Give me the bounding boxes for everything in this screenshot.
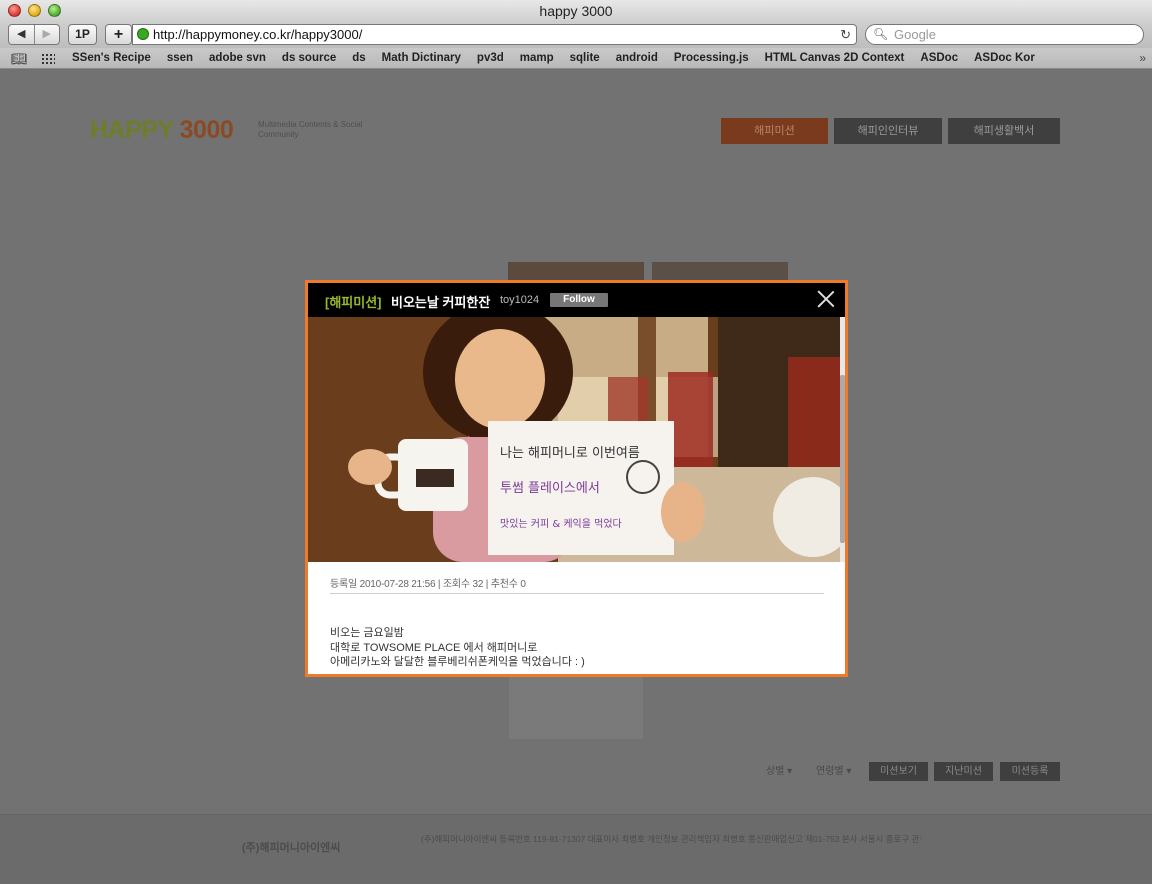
bookmark-item[interactable]: Processing.js — [674, 48, 749, 69]
search-placeholder: Google — [894, 27, 936, 42]
search-icon: 🔍︎ — [873, 27, 889, 41]
sort-select-label: 상별 — [766, 766, 785, 777]
reload-icon[interactable]: ↻ — [840, 25, 851, 44]
top-sites-icon[interactable] — [41, 53, 55, 64]
post-body-line: 아메리카노와 달달한 블루베리쉬폰케익을 먹었습니다 : ) — [330, 656, 585, 668]
mug-label — [416, 469, 454, 487]
url-text: http://happymoney.co.kr/happy3000/ — [153, 27, 363, 42]
red-chair — [788, 357, 840, 477]
photo-illustration: 나는 해피머니로 이번여름 투썸 플레이스에서 맛있는 커피 & 케익을 먹었다 — [308, 317, 840, 562]
bookmarks-overflow-button[interactable]: » — [1139, 48, 1146, 69]
browser-toolbar: ◀ ▶ 1P + http://happymoney.co.kr/happy30… — [0, 22, 1152, 48]
nav-tab-happy-mission[interactable]: 해피미션 — [721, 118, 828, 144]
bookmark-item[interactable]: android — [616, 48, 658, 69]
meta-divider — [330, 593, 824, 594]
mission-thumbnail[interactable] — [508, 262, 644, 282]
bookmark-item[interactable]: pv3d — [477, 48, 504, 69]
left-hand — [348, 449, 392, 485]
logo-number: 3000 — [179, 116, 234, 144]
back-button[interactable]: ◀ — [9, 25, 34, 44]
window-titlebar: happy 3000 — [0, 0, 1152, 22]
bookmark-item[interactable]: ds source — [282, 48, 336, 69]
minimize-window-button[interactable] — [28, 4, 41, 17]
bookmark-item[interactable]: HTML Canvas 2D Context — [765, 48, 905, 69]
bookmark-item[interactable]: Math Dictinary — [382, 48, 461, 69]
modal-header: [해피미션] 비오는날 커피한잔 toy1024 Follow — [308, 283, 845, 317]
nav-tab-happy-interview[interactable]: 해피인인터뷰 — [834, 118, 942, 144]
modal-username[interactable]: toy1024 — [500, 294, 539, 306]
age-select-label: 연령별 — [816, 766, 844, 777]
post-body-line: 비오는 금요일밤 — [330, 627, 404, 639]
age-select[interactable]: 연령별 ▾ — [816, 762, 851, 781]
bookmark-item[interactable]: ASDoc Kor — [974, 48, 1035, 69]
post-body-line: 대학로 TOWSOME PLACE 에서 해피머니로 — [330, 641, 538, 654]
reading-list-icon[interactable]: 📖︎ — [11, 51, 28, 67]
mission-photo: 나는 해피머니로 이번여름 투썸 플레이스에서 맛있는 커피 & 케익을 먹었다 — [308, 317, 840, 562]
close-window-button[interactable] — [8, 4, 21, 17]
right-hand — [661, 482, 705, 542]
bookmarks-bar: 📖︎ SSen's Recipe ssen adobe svn ds sourc… — [0, 48, 1152, 69]
modal-category: [해피미션] — [325, 295, 382, 310]
past-missions-button[interactable]: 지난미션 — [934, 762, 993, 781]
register-mission-button[interactable]: 미션등록 — [1000, 762, 1060, 781]
sort-select[interactable]: 상별 ▾ — [766, 762, 792, 781]
modal-title: 비오는날 커피한잔 — [391, 295, 491, 310]
site-footer: (주)해피머니아이엔씨 (주)해피머니아이엔씨 등록번호 119-81-7130… — [0, 814, 1152, 884]
window-title: happy 3000 — [539, 3, 613, 19]
sign-line-2: 투썸 플레이스에서 — [500, 481, 600, 496]
zoom-window-button[interactable] — [48, 4, 61, 17]
close-icon[interactable] — [817, 290, 835, 308]
forward-button[interactable]: ▶ — [33, 25, 60, 44]
bookmark-item[interactable]: ASDoc — [920, 48, 958, 69]
site-favicon-icon — [137, 28, 149, 40]
bookmark-item[interactable]: sqlite — [570, 48, 600, 69]
onepassword-button[interactable]: 1P — [68, 24, 97, 45]
nav-buttons: ◀ ▶ — [8, 24, 60, 45]
mission-modal: [해피미션] 비오는날 커피한잔 toy1024 Follow 나는 해피머니로… — [305, 280, 848, 677]
follow-button[interactable]: Follow — [550, 293, 608, 307]
logo-tagline: Multimedia Contents & Social Community — [258, 120, 363, 139]
address-bar[interactable]: http://happymoney.co.kr/happy3000/ ↻ — [132, 24, 857, 45]
bookmark-item[interactable]: SSen's Recipe — [72, 48, 151, 69]
post-meta: 등록일 2010-07-28 21:56 | 조회수 32 | 추천수 0 — [330, 579, 526, 590]
search-field[interactable]: 🔍︎ Google — [865, 24, 1144, 45]
photo-scrollbar-thumb[interactable] — [840, 375, 845, 543]
nav-tab-happy-life[interactable]: 해피생활백서 — [948, 118, 1060, 144]
mission-thumbnail[interactable] — [509, 677, 643, 739]
bookmark-item[interactable]: adobe svn — [209, 48, 266, 69]
bookmark-item[interactable]: ds — [352, 48, 365, 69]
add-bookmark-button[interactable]: + — [105, 24, 132, 45]
footer-brand: (주)해피머니아이엔씨 — [242, 842, 341, 854]
mission-thumbnail[interactable] — [652, 262, 788, 282]
sign-line-3: 맛있는 커피 & 케익을 먹었다 — [500, 518, 622, 530]
sign-line-1: 나는 해피머니로 이번여름 — [500, 446, 640, 461]
site-logo[interactable]: HAPPY 3000 — [90, 116, 234, 145]
bookmark-item[interactable]: ssen — [167, 48, 193, 69]
bookmark-item[interactable]: mamp — [520, 48, 554, 69]
logo-happy: HAPPY — [90, 116, 174, 144]
face — [455, 329, 545, 429]
footer-info: (주)해피머니아이엔씨 등록번호 119-81-71307 대표이사 최병호 개… — [421, 834, 921, 844]
post-body: 비오는 금요일밤 대학로 TOWSOME PLACE 에서 해피머니로 아메리카… — [330, 626, 585, 670]
red-chair — [668, 372, 713, 467]
view-missions-button[interactable]: 미션보기 — [869, 762, 928, 781]
bookmark-list: SSen's Recipe ssen adobe svn ds source d… — [72, 48, 1051, 69]
